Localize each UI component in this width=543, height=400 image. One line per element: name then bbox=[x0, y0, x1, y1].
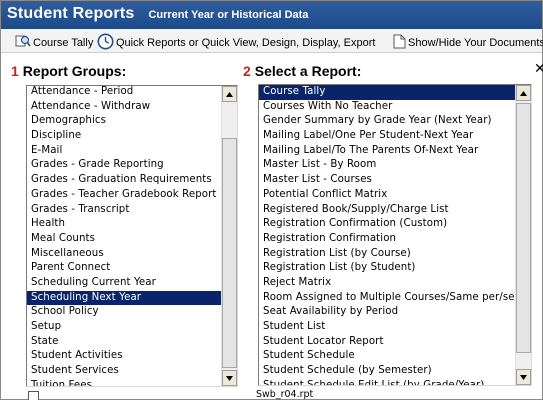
select-report-list[interactable]: Course Tally Courses With No Teacher Gende… bbox=[258, 84, 532, 386]
list-item[interactable]: Master List - By Room bbox=[259, 158, 516, 173]
list-item[interactable]: Registration List (by Student) bbox=[259, 261, 516, 276]
magnifier-icon bbox=[15, 34, 33, 51]
scroll-down-button[interactable] bbox=[516, 369, 531, 385]
list-item[interactable]: Parent Connect bbox=[27, 261, 222, 276]
list-item[interactable]: Registration Confirmation (Custom) bbox=[259, 217, 516, 232]
list-item[interactable]: Discipline bbox=[27, 129, 222, 144]
list-item[interactable]: Gender Summary by Grade Year (Next Year) bbox=[259, 114, 516, 129]
report-groups-title: Report Groups: bbox=[22, 63, 127, 79]
list-item[interactable]: Student Schedule (by Semester) bbox=[259, 364, 516, 379]
scroll-thumb[interactable] bbox=[222, 138, 237, 368]
arrow-down-icon bbox=[520, 374, 527, 380]
list-item[interactable]: Scheduling Current Year bbox=[27, 276, 222, 291]
scroll-up-button[interactable] bbox=[222, 86, 237, 102]
close-icon[interactable]: ✕ bbox=[534, 61, 543, 77]
report-groups-scrollbar[interactable] bbox=[221, 86, 237, 386]
list-item[interactable]: Master List - Courses bbox=[259, 173, 516, 188]
list-item[interactable]: Health bbox=[27, 217, 222, 232]
list-item[interactable]: Grades - Transcript bbox=[27, 203, 222, 218]
options-checkbox[interactable] bbox=[28, 391, 39, 400]
arrow-down-icon bbox=[226, 375, 233, 381]
list-item[interactable]: Grades - Grade Reporting bbox=[27, 158, 222, 173]
list-item[interactable]: Miscellaneous bbox=[27, 247, 222, 262]
list-item[interactable]: Room Assigned to Multiple Courses/Same p… bbox=[259, 291, 516, 306]
list-item[interactable]: Student List bbox=[259, 320, 516, 335]
list-item[interactable]: Mailing Label/One Per Student-Next Year bbox=[259, 129, 516, 144]
options-checkbox-row[interactable] bbox=[28, 391, 44, 400]
step-number: 1 bbox=[11, 63, 19, 79]
report-filename: Swb_r04.rpt bbox=[256, 389, 314, 400]
list-item[interactable]: Course Tally bbox=[259, 85, 516, 100]
select-report-scrollbar[interactable] bbox=[515, 85, 531, 385]
scroll-thumb[interactable] bbox=[516, 103, 531, 353]
select-report-title: Select a Report: bbox=[254, 63, 362, 79]
course-tally-label: Course Tally bbox=[33, 36, 94, 49]
list-item[interactable]: Mailing Label/To The Parents Of-Next Yea… bbox=[259, 144, 516, 159]
show-hide-documents-button[interactable]: Show/Hide Your Documents bbox=[393, 34, 543, 52]
select-report-heading: 2 Select a Report: bbox=[243, 63, 361, 79]
list-item[interactable]: Registration Confirmation bbox=[259, 232, 516, 247]
list-item[interactable]: Potential Conflict Matrix bbox=[259, 188, 516, 203]
list-item[interactable]: Student Locator Report bbox=[259, 335, 516, 350]
scroll-down-button[interactable] bbox=[222, 370, 237, 386]
clock-icon bbox=[97, 33, 116, 53]
title-bar: Student Reports Current Year or Historic… bbox=[1, 1, 542, 29]
course-tally-button[interactable]: Course Tally bbox=[15, 34, 93, 51]
list-item[interactable]: State bbox=[27, 335, 222, 350]
select-report-items: Course Tally Courses With No Teacher Gende… bbox=[259, 85, 516, 385]
list-item[interactable]: Tuition Fees bbox=[27, 379, 222, 386]
list-item[interactable]: Setup bbox=[27, 320, 222, 335]
list-item[interactable]: Attendance - Withdraw bbox=[27, 100, 222, 115]
list-item[interactable]: Student Schedule bbox=[259, 349, 516, 364]
list-item[interactable]: Scheduling Next Year bbox=[27, 290, 222, 306]
quick-reports-label: Quick Reports or Quick View, Design, Dis… bbox=[116, 37, 376, 49]
list-item[interactable]: Courses With No Teacher bbox=[259, 100, 516, 115]
toolbar: Course Tally Quick Reports or Quick View… bbox=[1, 29, 543, 53]
list-item[interactable]: Reject Matrix bbox=[259, 276, 516, 291]
list-item[interactable]: Student Services bbox=[27, 364, 222, 379]
list-item[interactable]: Grades - Teacher Gradebook Report bbox=[27, 188, 222, 203]
quick-reports-button[interactable]: Quick Reports or Quick View, Design, Dis… bbox=[97, 33, 375, 53]
show-hide-documents-label: Show/Hide Your Documents bbox=[408, 37, 543, 49]
list-item[interactable]: Student Activities bbox=[27, 349, 222, 364]
app-title: Student Reports bbox=[7, 5, 135, 22]
list-item[interactable]: Grades - Graduation Requirements bbox=[27, 173, 222, 188]
report-groups-list[interactable]: Attendance - Period Attendance - Withdraw… bbox=[26, 85, 238, 387]
report-groups-heading: 1 Report Groups: bbox=[11, 63, 126, 79]
list-item[interactable]: Seat Availability by Period bbox=[259, 305, 516, 320]
list-item[interactable]: Registration List (by Course) bbox=[259, 247, 516, 262]
step-number: 2 bbox=[243, 63, 251, 79]
list-item[interactable]: School Policy bbox=[27, 305, 222, 320]
arrow-up-icon bbox=[226, 91, 233, 97]
list-item[interactable]: Meal Counts bbox=[27, 232, 222, 247]
arrow-up-icon bbox=[520, 90, 527, 96]
list-item[interactable]: Student Schedule Edit List (by Grade/Yea… bbox=[259, 379, 516, 385]
list-item[interactable]: Demographics bbox=[27, 114, 222, 129]
scroll-up-button[interactable] bbox=[516, 85, 531, 101]
app-subtitle: Current Year or Historical Data bbox=[148, 9, 309, 21]
list-item[interactable]: E-Mail bbox=[27, 144, 222, 159]
list-item[interactable]: Registered Book/Supply/Charge List bbox=[259, 203, 516, 218]
document-icon bbox=[393, 34, 408, 52]
list-item[interactable]: Attendance - Period bbox=[27, 86, 222, 100]
report-groups-items: Attendance - Period Attendance - Withdraw… bbox=[27, 86, 222, 386]
